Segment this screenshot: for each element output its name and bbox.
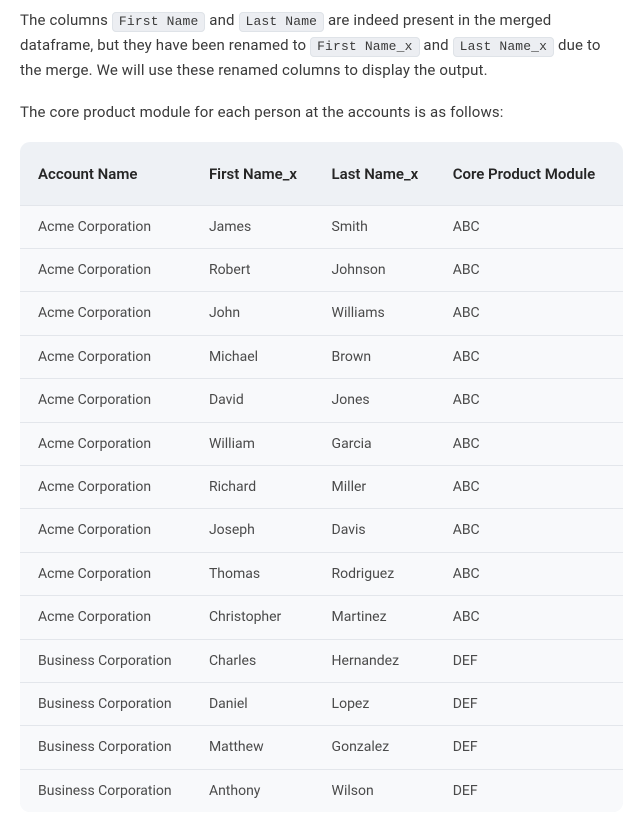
inline-code: First Name_x [310,37,419,57]
table-cell: Williams [318,292,439,335]
table-row: Acme CorporationRobertJohnsonABC [20,248,623,291]
table-header: Account NameFirst Name_xLast Name_xCore … [20,142,623,206]
table-cell: Hernandez [318,639,439,682]
table-cell: DEF [439,726,623,769]
table-row: Acme CorporationMichaelBrownABC [20,335,623,378]
table-cell: Johnson [318,248,439,291]
table-row: Acme CorporationJamesSmithABC [20,205,623,248]
table-cell: Acme Corporation [20,552,195,595]
table-cell: ABC [439,596,623,639]
table-cell: Garcia [318,422,439,465]
table-cell: Michael [195,335,318,378]
table-cell: Acme Corporation [20,465,195,508]
table-cell: Business Corporation [20,726,195,769]
table-cell: Business Corporation [20,682,195,725]
column-header: First Name_x [195,142,318,206]
table-row: Business CorporationAnthonyWilsonDEF [20,769,623,812]
text-span: and [205,11,238,29]
table-cell: Acme Corporation [20,205,195,248]
table-cell: ABC [439,552,623,595]
data-table: Account NameFirst Name_xLast Name_xCore … [20,142,623,812]
table-cell: Robert [195,248,318,291]
table-row: Acme CorporationJohnWilliamsABC [20,292,623,335]
column-header: Core Product Module [439,142,623,206]
table-row: Acme CorporationThomasRodriguezABC [20,552,623,595]
table-row: Acme CorporationWilliamGarciaABC [20,422,623,465]
table-row: Business CorporationDanielLopezDEF [20,682,623,725]
table-row: Business CorporationMatthewGonzalezDEF [20,726,623,769]
table-cell: Anthony [195,769,318,812]
table-cell: Brown [318,335,439,378]
table-cell: Joseph [195,509,318,552]
explanation-paragraph-1: The columns First Name and Last Name are… [20,8,623,82]
explanation-paragraph-2: The core product module for each person … [20,100,623,124]
table-cell: Business Corporation [20,769,195,812]
table-cell: Acme Corporation [20,248,195,291]
table-row: Acme CorporationDavidJonesABC [20,379,623,422]
table-cell: Rodriguez [318,552,439,595]
text-span: and [420,36,453,54]
table-cell: Acme Corporation [20,596,195,639]
table-cell: Matthew [195,726,318,769]
table-cell: Richard [195,465,318,508]
table-cell: Miller [318,465,439,508]
table-cell: ABC [439,335,623,378]
table-row: Acme CorporationChristopherMartinezABC [20,596,623,639]
table-cell: Acme Corporation [20,422,195,465]
table-cell: ABC [439,205,623,248]
table-cell: William [195,422,318,465]
table-cell: ABC [439,422,623,465]
text-span: The columns [20,11,112,29]
inline-code: Last Name_x [453,37,554,57]
table-cell: ABC [439,379,623,422]
table-row: Business CorporationCharlesHernandezDEF [20,639,623,682]
table-cell: ABC [439,465,623,508]
table-cell: James [195,205,318,248]
column-header: Account Name [20,142,195,206]
table-cell: Wilson [318,769,439,812]
table-cell: Lopez [318,682,439,725]
table-cell: Acme Corporation [20,509,195,552]
table-row: Acme CorporationRichardMillerABC [20,465,623,508]
table-cell: DEF [439,682,623,725]
data-table-container: Account NameFirst Name_xLast Name_xCore … [20,142,623,812]
table-cell: DEF [439,769,623,812]
table-body: Acme CorporationJamesSmithABCAcme Corpor… [20,205,623,812]
table-cell: Acme Corporation [20,292,195,335]
table-cell: ABC [439,292,623,335]
table-cell: Smith [318,205,439,248]
table-cell: Jones [318,379,439,422]
table-cell: John [195,292,318,335]
table-cell: David [195,379,318,422]
table-cell: Christopher [195,596,318,639]
table-cell: Charles [195,639,318,682]
table-cell: Acme Corporation [20,335,195,378]
table-cell: Business Corporation [20,639,195,682]
table-cell: Daniel [195,682,318,725]
table-cell: DEF [439,639,623,682]
inline-code: Last Name [239,12,325,32]
table-cell: Thomas [195,552,318,595]
table-cell: Martinez [318,596,439,639]
column-header: Last Name_x [318,142,439,206]
inline-code: First Name [112,12,206,32]
table-cell: Davis [318,509,439,552]
table-row: Acme CorporationJosephDavisABC [20,509,623,552]
table-cell: ABC [439,248,623,291]
table-cell: Acme Corporation [20,379,195,422]
table-cell: Gonzalez [318,726,439,769]
table-cell: ABC [439,509,623,552]
